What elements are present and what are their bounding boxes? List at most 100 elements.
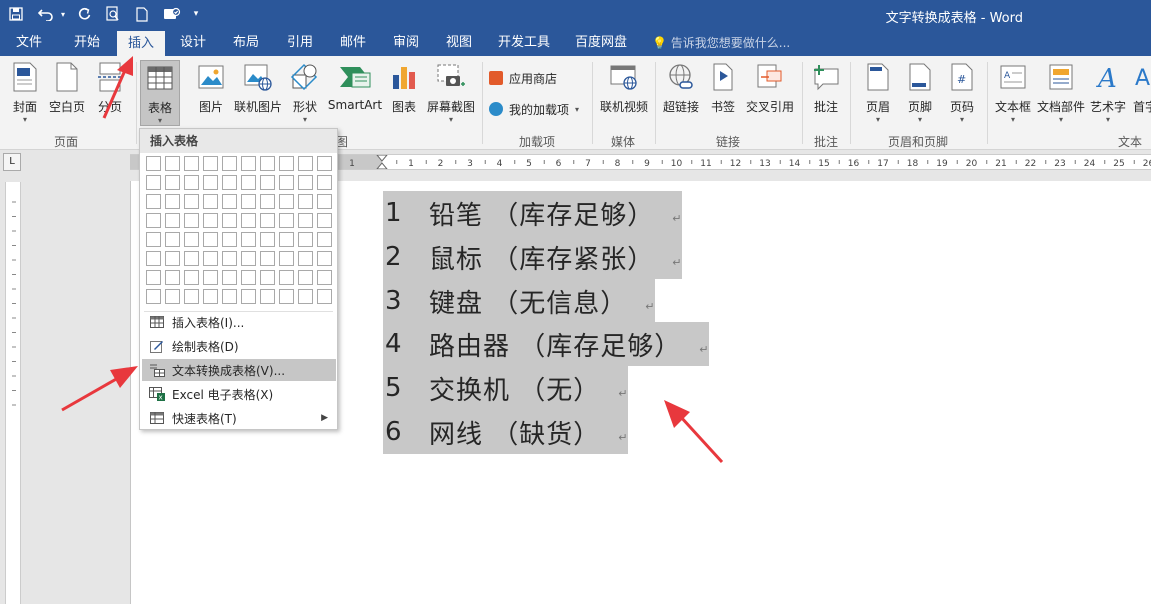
customize-icon[interactable]: ▾ xyxy=(186,4,206,24)
grid-cell[interactable] xyxy=(260,232,275,247)
online-video-button[interactable]: 联机视频 xyxy=(598,60,650,126)
grid-cell[interactable] xyxy=(203,175,218,190)
grid-cell[interactable] xyxy=(203,232,218,247)
grid-cell[interactable] xyxy=(203,289,218,304)
grid-cell[interactable] xyxy=(317,194,332,209)
grid-cell[interactable] xyxy=(241,289,256,304)
online-picture-button[interactable]: 联机图片 xyxy=(232,60,284,126)
tab-selector[interactable]: L xyxy=(3,153,21,171)
excel-spreadsheet-menu-item[interactable]: x Excel 电子表格(X) xyxy=(142,383,336,405)
tab-baidu-netdisk[interactable]: 百度网盘 xyxy=(569,30,633,56)
document-line[interactable]: 1 铅笔 （库存足够） ↵ xyxy=(383,191,683,235)
grid-cell[interactable] xyxy=(298,251,313,266)
grid-cell[interactable] xyxy=(260,270,275,285)
insert-table-menu-item[interactable]: 插入表格(I)... xyxy=(142,311,336,333)
grid-cell[interactable] xyxy=(317,232,332,247)
grid-cell[interactable] xyxy=(165,270,180,285)
grid-cell[interactable] xyxy=(165,232,180,247)
picture-button[interactable]: 图片 xyxy=(194,60,228,126)
grid-cell[interactable] xyxy=(184,175,199,190)
grid-cell[interactable] xyxy=(260,213,275,228)
grid-cell[interactable] xyxy=(184,270,199,285)
grid-cell[interactable] xyxy=(146,270,161,285)
grid-cell[interactable] xyxy=(317,175,332,190)
tab-insert[interactable]: 插入 xyxy=(117,31,165,56)
hyperlink-button[interactable]: 超链接 xyxy=(661,60,701,126)
document-line[interactable]: 6 网线 （缺货） ↵ xyxy=(383,410,629,454)
grid-cell[interactable] xyxy=(279,232,294,247)
grid-cell[interactable] xyxy=(203,194,218,209)
header-button[interactable]: 页眉 ▾ xyxy=(860,60,896,126)
grid-cell[interactable] xyxy=(298,213,313,228)
grid-cell[interactable] xyxy=(165,289,180,304)
grid-cell[interactable] xyxy=(241,213,256,228)
grid-cell[interactable] xyxy=(279,156,294,171)
grid-cell[interactable] xyxy=(146,213,161,228)
grid-cell[interactable] xyxy=(222,270,237,285)
tab-home[interactable]: 开始 xyxy=(63,30,111,56)
cross-reference-button[interactable]: 交叉引用 xyxy=(744,60,796,126)
grid-cell[interactable] xyxy=(222,175,237,190)
convert-text-to-table-menu-item[interactable]: 文本转换成表格(V)... xyxy=(142,359,336,381)
grid-cell[interactable] xyxy=(222,232,237,247)
grid-cell[interactable] xyxy=(146,194,161,209)
tab-review[interactable]: 审阅 xyxy=(383,30,429,56)
document-line[interactable]: 3 键盘 （无信息） ↵ xyxy=(383,279,656,323)
save-icon[interactable] xyxy=(6,4,26,24)
grid-cell[interactable] xyxy=(165,251,180,266)
document-line[interactable]: 4 路由器 （库存足够） ↵ xyxy=(383,322,710,366)
grid-cell[interactable] xyxy=(241,156,256,171)
grid-cell[interactable] xyxy=(203,251,218,266)
grid-cell[interactable] xyxy=(146,175,161,190)
grid-cell[interactable] xyxy=(184,156,199,171)
grid-cell[interactable] xyxy=(165,213,180,228)
grid-cell[interactable] xyxy=(165,175,180,190)
grid-cell[interactable] xyxy=(260,175,275,190)
tab-references[interactable]: 引用 xyxy=(277,30,323,56)
grid-cell[interactable] xyxy=(317,289,332,304)
tab-design[interactable]: 设计 xyxy=(170,30,216,56)
tab-developer[interactable]: 开发工具 xyxy=(492,30,556,56)
grid-cell[interactable] xyxy=(279,289,294,304)
vertical-ruler[interactable] xyxy=(5,182,21,604)
quick-tables-menu-item[interactable]: 快速表格(T) ▶ xyxy=(142,407,336,429)
grid-cell[interactable] xyxy=(317,270,332,285)
bookmark-button[interactable]: 书签 xyxy=(706,60,740,126)
shapes-button[interactable]: 形状 ▾ xyxy=(288,60,322,126)
grid-cell[interactable] xyxy=(317,251,332,266)
document-line[interactable]: 5 交换机 （无） ↵ xyxy=(383,366,629,410)
blank-page-button[interactable]: 空白页 xyxy=(47,60,87,126)
grid-cell[interactable] xyxy=(298,156,313,171)
grid-cell[interactable] xyxy=(298,194,313,209)
drop-cap-button[interactable]: A 首字 xyxy=(1130,60,1151,126)
grid-cell[interactable] xyxy=(298,175,313,190)
grid-cell[interactable] xyxy=(279,213,294,228)
grid-cell[interactable] xyxy=(317,213,332,228)
footer-button[interactable]: 页脚 ▾ xyxy=(902,60,938,126)
grid-cell[interactable] xyxy=(222,251,237,266)
undo-dropdown-icon[interactable]: ▾ xyxy=(53,4,73,24)
page-number-button[interactable]: # 页码 ▾ xyxy=(944,60,980,126)
new-doc-icon[interactable] xyxy=(132,4,152,24)
grid-cell[interactable] xyxy=(279,175,294,190)
grid-cell[interactable] xyxy=(203,156,218,171)
print-preview-icon[interactable] xyxy=(103,4,123,24)
grid-cell[interactable] xyxy=(146,251,161,266)
grid-cell[interactable] xyxy=(241,175,256,190)
grid-cell[interactable] xyxy=(298,270,313,285)
grid-cell[interactable] xyxy=(222,194,237,209)
grid-cell[interactable] xyxy=(165,194,180,209)
redo-icon[interactable] xyxy=(74,4,94,24)
grid-cell[interactable] xyxy=(184,289,199,304)
tab-mailings[interactable]: 邮件 xyxy=(330,30,376,56)
grid-cell[interactable] xyxy=(279,270,294,285)
grid-cell[interactable] xyxy=(260,194,275,209)
chart-button[interactable]: 图表 xyxy=(387,60,421,126)
grid-cell[interactable] xyxy=(146,289,161,304)
touch-mode-icon[interactable] xyxy=(162,4,182,24)
smartart-button[interactable]: SmartArt xyxy=(327,60,383,126)
new-comment-button[interactable]: 批注 xyxy=(808,60,844,126)
textbox-button[interactable]: A 文本框 ▾ xyxy=(993,60,1033,126)
grid-cell[interactable] xyxy=(203,213,218,228)
grid-cell[interactable] xyxy=(260,289,275,304)
